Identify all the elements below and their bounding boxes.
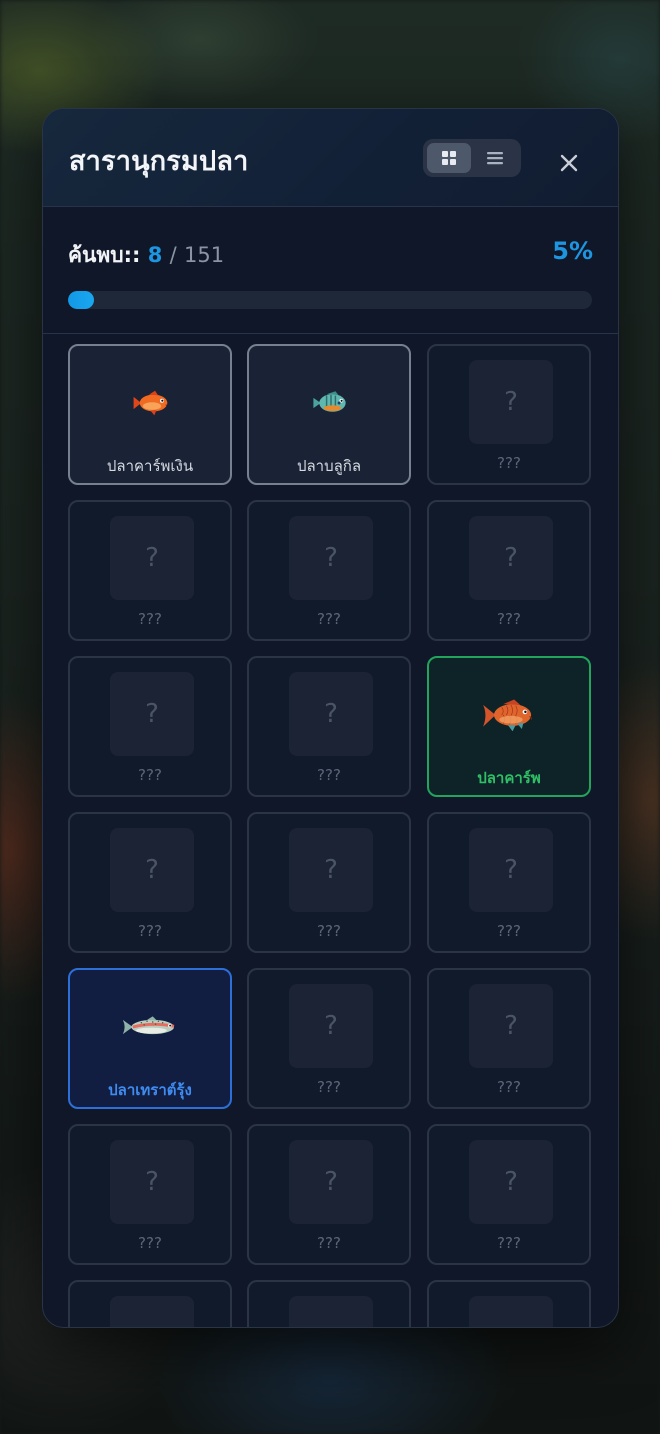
fish-card-label: ???: [497, 922, 521, 940]
close-icon: [560, 154, 578, 172]
fish-card-locked[interactable]: ????: [68, 1124, 232, 1265]
discovered-count: ค้นพบ:: 8 / 151: [68, 239, 224, 272]
discovered-label: ค้นพบ::: [68, 243, 141, 267]
progress-bar: [68, 291, 592, 309]
progress-bar-fill: [68, 291, 95, 309]
question-icon: ?: [110, 516, 194, 600]
close-button[interactable]: [551, 145, 587, 181]
view-toggle: [423, 139, 521, 177]
fish-card-label: ปลาคาร์พเงิน: [106, 457, 194, 475]
fish-card-label: ???: [138, 1234, 162, 1252]
question-icon: ?: [469, 360, 553, 444]
total-value: 151: [184, 243, 225, 267]
progress-percent: 5%: [552, 237, 593, 265]
bluegill-fish-icon: [281, 368, 381, 438]
fish-card-label: ???: [317, 1234, 341, 1252]
fish-card-label: ???: [317, 766, 341, 784]
fish-card-label: ปลาเทราต์รุ้ง: [108, 1081, 192, 1099]
fish-card-locked[interactable]: ????: [247, 500, 411, 641]
question-icon: [110, 1296, 194, 1327]
question-icon: ?: [110, 828, 194, 912]
grid-view-button[interactable]: [427, 143, 471, 173]
fish-card-label: ???: [497, 454, 521, 472]
fish-card-label: ???: [497, 610, 521, 628]
fish-card-locked[interactable]: ????: [247, 656, 411, 797]
rainbow-trout-fish-icon: [102, 992, 202, 1062]
grid-icon: [442, 151, 456, 165]
fish-card[interactable]: ปลาเทราต์รุ้ง: [68, 968, 232, 1109]
fish-card-label: ???: [317, 1078, 341, 1096]
fish-card-locked[interactable]: ????: [247, 968, 411, 1109]
fish-card-locked[interactable]: ????: [427, 344, 591, 485]
fish-card-locked[interactable]: ????: [68, 500, 232, 641]
fish-card-label: ???: [138, 922, 162, 940]
fish-card-label: ???: [138, 610, 162, 628]
question-icon: ?: [110, 672, 194, 756]
fish-card-label: ปลาบลูกิล: [296, 457, 362, 475]
question-icon: ?: [110, 1140, 194, 1224]
question-icon: ?: [289, 828, 373, 912]
modal-header: สารานุกรมปลา: [43, 109, 618, 207]
question-icon: ?: [289, 516, 373, 600]
fish-card-locked[interactable]: ????: [427, 812, 591, 953]
fish-card-label: ???: [138, 766, 162, 784]
list-icon: [487, 152, 503, 165]
question-icon: ?: [469, 1140, 553, 1224]
question-icon: ?: [469, 516, 553, 600]
fish-card-locked[interactable]: ????: [247, 1124, 411, 1265]
fish-grid: ปลาคาร์พเงิน ปลาบลูกิล??????????????????…: [43, 334, 618, 1327]
fish-card-locked[interactable]: [68, 1280, 232, 1327]
fish-card-locked[interactable]: [427, 1280, 591, 1327]
fish-card[interactable]: ปลาคาร์พเงิน: [68, 344, 232, 485]
question-icon: ?: [289, 984, 373, 1068]
fish-card-label: ???: [497, 1078, 521, 1096]
small-orange-fish-icon: [102, 368, 202, 438]
question-icon: ?: [469, 828, 553, 912]
question-icon: ?: [289, 1140, 373, 1224]
question-icon: [289, 1296, 373, 1327]
fish-card-locked[interactable]: ????: [68, 812, 232, 953]
fish-card-label: ???: [497, 1234, 521, 1252]
fish-encyclopedia-modal: สารานุกรมปลา ค้นพบ:: 8 / 151 5% ปลาคาร์พ…: [42, 108, 619, 1328]
question-icon: ?: [289, 672, 373, 756]
fish-card-locked[interactable]: ????: [427, 968, 591, 1109]
question-icon: ?: [469, 984, 553, 1068]
fish-card-locked[interactable]: ????: [247, 812, 411, 953]
question-icon: [469, 1296, 553, 1327]
fish-card[interactable]: ปลาบลูกิล: [247, 344, 411, 485]
fish-card-label: ปลาคาร์พ: [477, 769, 541, 787]
fish-card-locked[interactable]: ????: [68, 656, 232, 797]
fish-card-locked[interactable]: [247, 1280, 411, 1327]
fish-card[interactable]: ปลาคาร์พ: [427, 656, 591, 797]
fish-card-label: ???: [317, 922, 341, 940]
fish-card-label: ???: [317, 610, 341, 628]
count-separator: /: [169, 243, 177, 267]
fish-card-locked[interactable]: ????: [427, 1124, 591, 1265]
list-view-button[interactable]: [473, 143, 517, 173]
discovery-progress: ค้นพบ:: 8 / 151 5%: [43, 207, 618, 334]
carp-fish-icon: [461, 680, 561, 750]
discovered-value: 8: [147, 243, 163, 267]
fish-card-locked[interactable]: ????: [427, 500, 591, 641]
modal-title: สารานุกรมปลา: [69, 146, 249, 177]
